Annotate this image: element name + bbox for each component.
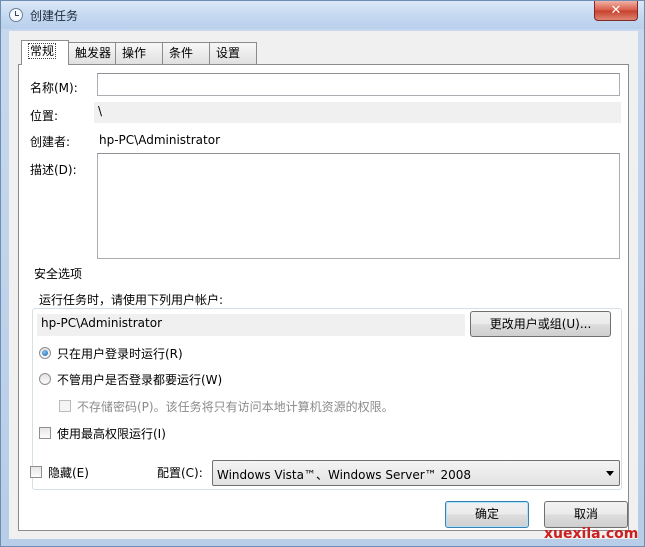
run-logged-on-label[interactable]: 只在用户登录时运行(R): [57, 345, 183, 362]
tab-conditions[interactable]: 条件: [162, 42, 210, 64]
configure-label: 配置(C):: [157, 466, 203, 480]
close-button[interactable]: ✕: [594, 1, 638, 21]
highest-privileges-label[interactable]: 使用最高权限运行(I): [57, 425, 166, 442]
tab-general[interactable]: 常规: [21, 40, 69, 65]
dialog-body: 常规 触发器 操作 条件 设置 名称(M): 位置: \ 创建者: hp-PC\…: [9, 31, 638, 539]
run-whether-logged-on-label[interactable]: 不管用户是否登录都要运行(W): [57, 371, 222, 388]
highest-privileges-checkbox[interactable]: [39, 427, 51, 439]
clock-icon: [9, 8, 23, 22]
no-store-password-label[interactable]: 不存储密码(P)。该任务将只有访问本地计算机资源的权限。: [77, 398, 394, 415]
chevron-down-icon: [606, 471, 614, 476]
watermark-text: xuexila.com: [544, 526, 639, 542]
tab-settings[interactable]: 设置: [209, 42, 257, 64]
location-value: \: [94, 102, 621, 123]
name-input[interactable]: [97, 73, 620, 96]
tab-actions[interactable]: 操作: [115, 42, 163, 64]
security-options-title: 安全选项: [31, 265, 86, 282]
description-label: 描述(D):: [30, 163, 77, 177]
cancel-button[interactable]: 取消: [544, 501, 628, 528]
author-label: 创建者:: [30, 135, 71, 149]
location-label: 位置:: [30, 109, 59, 123]
author-value: hp-PC\Administrator: [99, 133, 221, 147]
description-textarea[interactable]: [97, 153, 620, 259]
ok-button[interactable]: 确定: [445, 501, 529, 528]
user-account-value: hp-PC\Administrator: [37, 314, 465, 336]
run-as-prompt: 运行任务时，请使用下列用户帐户:: [39, 293, 224, 307]
run-logged-on-radio[interactable]: [39, 347, 51, 359]
hidden-label[interactable]: 隐藏(E): [48, 464, 89, 481]
name-label: 名称(M):: [30, 81, 78, 95]
configure-dropdown[interactable]: Windows Vista™、Windows Server™ 2008: [212, 460, 620, 486]
window-title: 创建任务: [30, 9, 79, 23]
title-bar[interactable]: 创建任务 ✕: [1, 1, 644, 29]
no-store-password-checkbox[interactable]: [59, 400, 71, 412]
hidden-checkbox[interactable]: [30, 466, 42, 478]
tab-triggers[interactable]: 触发器: [68, 42, 116, 64]
run-whether-logged-on-radio[interactable]: [39, 373, 51, 385]
change-user-button[interactable]: 更改用户或组(U)...: [470, 311, 611, 337]
tab-general-label: 常规: [28, 43, 57, 59]
create-task-window: 创建任务 ✕ 常规 触发器 操作 条件 设置 名称(M): 位置: \ 创建者:…: [0, 0, 645, 547]
configure-value: Windows Vista™、Windows Server™ 2008: [217, 468, 472, 482]
